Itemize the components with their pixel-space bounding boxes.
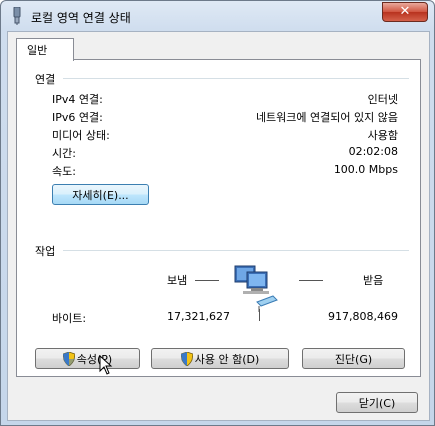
ipv6-value: 네트워크에 연결되어 있지 않음 <box>255 111 398 124</box>
close-button[interactable]: ✕ <box>382 2 428 22</box>
shield-icon <box>180 352 193 366</box>
shield-icon <box>62 352 75 366</box>
network-computers-icon <box>234 265 278 312</box>
ipv4-value: 인터넷 <box>367 93 398 106</box>
tab-general-label: 일반 <box>27 44 48 57</box>
disable-button[interactable]: 사용 안 함(D) <box>151 348 289 369</box>
received-line <box>299 280 323 281</box>
connection-heading: 연결 <box>35 73 56 86</box>
connection-separator <box>63 78 409 79</box>
media-state-label: 미디어 상태: <box>52 129 110 142</box>
duration-label: 시간: <box>52 147 76 160</box>
bytes-label: 바이트: <box>52 312 87 325</box>
activity-heading: 작업 <box>35 245 56 258</box>
sent-label: 보냄 <box>167 274 188 287</box>
sent-line <box>195 280 219 281</box>
window-title: 로컬 영역 연결 상태 <box>31 11 131 25</box>
network-adapter-icon <box>13 7 21 25</box>
mouse-cursor-icon <box>99 355 113 375</box>
properties-button[interactable]: 속성(P) <box>35 348 140 369</box>
speed-value: 100.0 Mbps <box>333 163 398 176</box>
activity-connector <box>259 309 260 321</box>
close-icon: ✕ <box>399 4 411 19</box>
status-dialog: 로컬 영역 연결 상태 ✕ 일반 연결 IPv4 연결: 인터넷 IPv6 연결… <box>0 0 435 426</box>
ipv4-label: IPv4 연결: <box>52 93 103 106</box>
tab-general[interactable]: 일반 <box>16 38 74 61</box>
title-bar[interactable]: 로컬 영역 연결 상태 ✕ <box>1 1 434 31</box>
speed-label: 속도: <box>52 165 76 178</box>
bytes-sent-value: 17,321,627 <box>167 310 230 323</box>
media-state-value: 사용함 <box>367 129 398 142</box>
ipv6-label: IPv6 연결: <box>52 111 103 124</box>
tab-panel-general: 연결 IPv4 연결: 인터넷 IPv6 연결: 네트워크에 연결되어 있지 않… <box>16 59 421 377</box>
bytes-received-value: 917,808,469 <box>328 310 398 323</box>
received-label: 받음 <box>363 274 384 287</box>
close-dialog-button[interactable]: 닫기(C) <box>336 392 418 413</box>
duration-value: 02:02:08 <box>348 145 398 158</box>
disable-label: 사용 안 함(D) <box>194 353 260 366</box>
diagnose-button[interactable]: 진단(G) <box>302 348 405 369</box>
details-button[interactable]: 자세히(E)... <box>52 184 149 205</box>
activity-separator <box>63 250 409 251</box>
dialog-body: 일반 연결 IPv4 연결: 인터넷 IPv6 연결: 네트워크에 연결되어 있… <box>7 31 430 421</box>
